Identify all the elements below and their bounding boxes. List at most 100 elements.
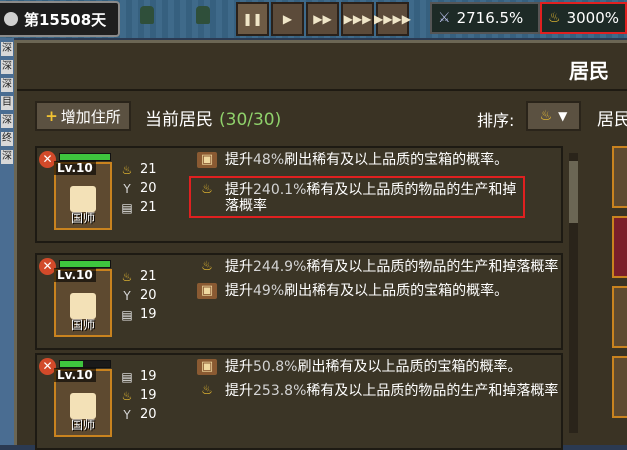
resident-stat: Y 20 xyxy=(118,286,188,305)
top-bar: 第15508天 ❚❚ ▶ ▶▶ ▶▶▶ ▶▶▶▶ ⚔ 2716.5% ♨ 300… xyxy=(0,0,627,38)
right-panel-title: 居民 xyxy=(597,110,627,130)
resident-thumb[interactable] xyxy=(612,286,627,348)
resident-stats: ♨ 21 Y 20 ▤ 21 xyxy=(118,160,188,217)
trait-text: 提升240.1%稀有及以上品质的物品的生产和掉落概率 xyxy=(225,182,517,214)
resident-stat: ♨ 21 xyxy=(118,267,188,286)
resident-thumb[interactable] xyxy=(612,146,627,208)
cup-icon: Y xyxy=(123,181,131,196)
stat-value: 21 xyxy=(140,269,157,284)
resident-stat: Y 20 xyxy=(118,405,188,424)
lamp-icon: ♨ xyxy=(548,10,561,26)
sort-dropdown[interactable]: ♨ ▼ xyxy=(526,101,581,131)
speed-controls: ❚❚ ▶ ▶▶ ▶▶▶ ▶▶▶▶ xyxy=(236,0,411,38)
trait-prefix: 提升 xyxy=(225,283,253,299)
strip-tab[interactable]: 深 xyxy=(1,114,13,128)
trait-text: 提升49%刷出稀有及以上品质的宝箱的概率。 xyxy=(225,283,508,299)
stat-value: 21 xyxy=(140,162,157,177)
chest-icon: ▣ xyxy=(197,152,217,168)
trait-prefix: 提升 xyxy=(225,383,253,399)
resident-thumb[interactable] xyxy=(612,216,627,278)
resident-portrait[interactable]: Lv.10 国师 xyxy=(54,268,112,337)
trait-percent: 50.8% xyxy=(253,359,298,375)
trait-suffix: 稀有及以上品质的物品的生产和掉落概率 xyxy=(306,259,559,275)
speed-4x-button[interactable]: ▶▶▶▶ xyxy=(374,2,411,36)
power-value: 2716.5% xyxy=(456,9,524,27)
resident-portrait[interactable]: Lv.10 国师 xyxy=(54,368,112,437)
health-fill xyxy=(60,261,110,267)
lamp-value: 3000% xyxy=(566,9,619,27)
sword-icon: ⚔ xyxy=(438,10,451,26)
resident-count: (30/30) xyxy=(219,110,282,130)
list-scrollbar[interactable] xyxy=(569,153,578,433)
stat-value: 21 xyxy=(140,200,157,215)
lamp-icon: ♨ xyxy=(121,162,133,177)
add-housing-button[interactable]: + 增加住所 xyxy=(35,101,131,131)
strip-tab[interactable]: 目 xyxy=(1,96,13,110)
trait-suffix: 稀有及以上品质的物品的生产和掉落概率 xyxy=(306,383,559,399)
trait-suffix: 刷出稀有及以上品质的宝箱的概率。 xyxy=(297,359,522,375)
residents-window: 居民 + 增加住所 当前居民 (30/30) 排序: ♨ ▼ 居民 ✕ Lv.10… xyxy=(14,40,627,450)
resident-stats: ▤ 19 ♨ 19 Y 20 xyxy=(118,367,188,424)
chest-icon: ▣ xyxy=(197,283,217,299)
trait-suffix: 刷出稀有及以上品质的宝箱的概率。 xyxy=(284,283,509,299)
trait-description: ▣ 提升49%刷出稀有及以上品质的宝箱的概率。 xyxy=(197,283,559,299)
trait-text: 提升48%刷出稀有及以上品质的宝箱的概率。 xyxy=(225,152,508,168)
level-label: Lv.10 xyxy=(54,161,96,175)
role-label: 国师 xyxy=(70,318,95,332)
resident-card[interactable]: ✕ Lv.10 国师 ♨ 21 Y 20 ▤ 19 ♨ 提升244.9%稀有及以… xyxy=(35,253,563,350)
health-fill xyxy=(60,361,83,367)
tree-decoration xyxy=(140,6,154,24)
lamp-icon: ♨ xyxy=(201,182,213,197)
speed-2x-button[interactable]: ▶▶ xyxy=(306,2,339,36)
trait-percent: 48% xyxy=(253,152,285,168)
resident-portrait[interactable]: Lv.10 国师 xyxy=(54,161,112,230)
sort-label: 排序: xyxy=(477,111,515,130)
current-residents-text: 当前居民 xyxy=(145,110,213,130)
health-bar xyxy=(59,360,111,368)
speed-3x-button[interactable]: ▶▶▶ xyxy=(341,2,374,36)
chevron-down-icon: ▼ xyxy=(558,109,568,123)
strip-tab[interactable]: 深 xyxy=(1,42,13,56)
resident-card[interactable]: ✕ Lv.10 国师 ♨ 21 Y 20 ▤ 21 ▣ 提升48%刷出稀有及以上… xyxy=(35,146,563,243)
current-residents-label: 当前居民 (30/30) xyxy=(145,105,281,130)
stat-value: 19 xyxy=(140,369,157,384)
resident-traits: ▣ 提升50.8%刷出稀有及以上品质的宝箱的概率。 ♨ 提升253.8%稀有及以… xyxy=(197,359,559,407)
resident-stat: ▤ 19 xyxy=(118,305,188,324)
stat-value: 19 xyxy=(140,388,157,403)
divider xyxy=(17,89,627,91)
resident-stat: ▤ 19 xyxy=(118,367,188,386)
trait-description: ♨ 提升240.1%稀有及以上品质的物品的生产和掉落概率 xyxy=(189,176,525,218)
resident-stats: ♨ 21 Y 20 ▤ 19 xyxy=(118,267,188,324)
power-stat[interactable]: ⚔ 2716.5% xyxy=(430,2,540,34)
resident-card[interactable]: ✕ Lv.10 国师 ▤ 19 ♨ 19 Y 20 ▣ 提升50.8%刷出稀有及… xyxy=(35,353,563,450)
strip-tab[interactable]: 深 xyxy=(1,60,13,74)
scroll-icon: ▤ xyxy=(121,369,133,384)
plus-icon: + xyxy=(45,107,58,125)
resident-stat: ♨ 19 xyxy=(118,386,188,405)
strip-tab[interactable]: 深 xyxy=(1,78,13,92)
right-resident-column xyxy=(605,146,627,448)
resident-thumb[interactable] xyxy=(612,356,627,418)
play-button[interactable]: ▶ xyxy=(271,2,304,36)
pause-button[interactable]: ❚❚ xyxy=(236,2,269,36)
scrollbar-thumb[interactable] xyxy=(569,161,578,223)
strip-tab[interactable]: 深 xyxy=(1,150,13,164)
scroll-icon: ▤ xyxy=(121,200,133,215)
health-bar xyxy=(59,153,111,161)
lamp-icon: ♨ xyxy=(121,269,133,284)
strip-tab[interactable]: 终 xyxy=(1,132,13,146)
resident-traits: ▣ 提升48%刷出稀有及以上品质的宝箱的概率。 ♨ 提升240.1%稀有及以上品… xyxy=(189,152,559,226)
trait-text: 提升50.8%刷出稀有及以上品质的宝箱的概率。 xyxy=(225,359,521,375)
cup-icon: Y xyxy=(123,407,131,422)
stat-value: 20 xyxy=(140,288,157,303)
lamp-stat[interactable]: ♨ 3000% xyxy=(540,2,627,34)
trait-description: ♨ 提升244.9%稀有及以上品质的物品的生产和掉落概率 xyxy=(197,259,559,275)
tree-decoration xyxy=(196,6,210,24)
trait-description: ▣ 提升48%刷出稀有及以上品质的宝箱的概率。 xyxy=(197,152,559,168)
gear-icon[interactable] xyxy=(4,12,18,26)
lamp-icon: ♨ xyxy=(201,259,213,274)
trait-text: 提升244.9%稀有及以上品质的物品的生产和掉落概率 xyxy=(225,259,558,275)
stat-value: 20 xyxy=(140,181,157,196)
trait-percent: 240.1% xyxy=(253,182,307,198)
trait-percent: 244.9% xyxy=(253,259,307,275)
